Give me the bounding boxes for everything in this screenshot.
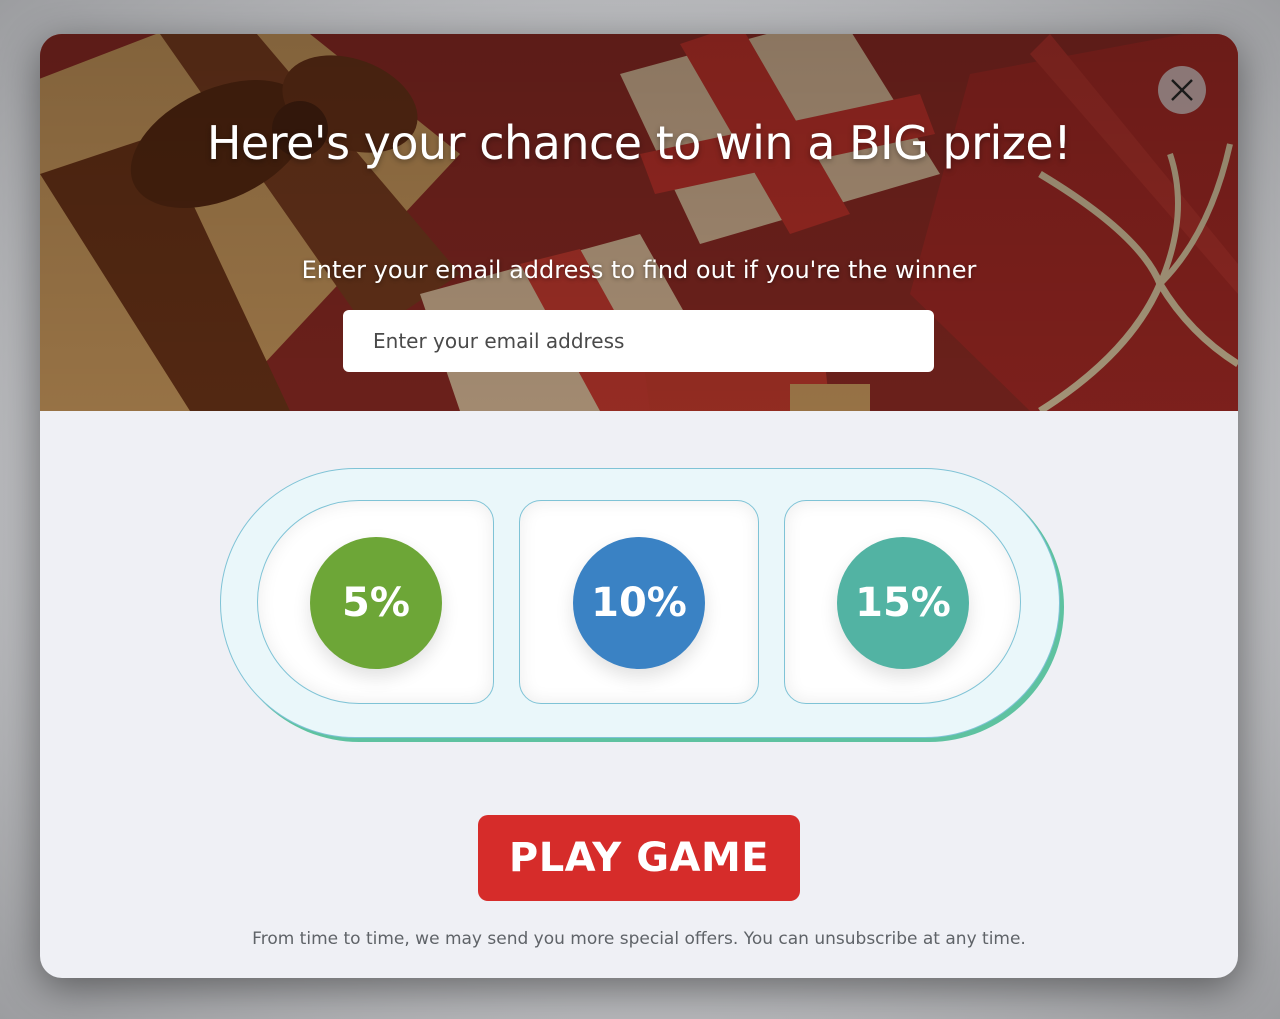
prize-popup: Here's your chance to win a BIG prize! E… [40,34,1238,978]
slot-3: 15% [784,500,1021,704]
headline: Here's your chance to win a BIG prize! [206,116,1072,170]
prize-coin-15: 15% [837,537,969,669]
slot-1: 5% [257,500,494,704]
close-icon [1171,79,1193,101]
prize-coin-5: 5% [310,537,442,669]
hero-banner: Here's your chance to win a BIG prize! E… [40,34,1238,411]
slot-2: 10% [519,500,759,704]
prize-coin-10: 10% [573,537,705,669]
play-game-button[interactable]: PLAY GAME [478,815,800,901]
disclaimer-text: From time to time, we may send you more … [252,929,1026,949]
subheadline: Enter your email address to find out if … [301,256,977,284]
close-button[interactable] [1158,66,1206,114]
slot-machine: 5% 10% 15% [220,468,1060,738]
email-input[interactable] [343,310,934,372]
